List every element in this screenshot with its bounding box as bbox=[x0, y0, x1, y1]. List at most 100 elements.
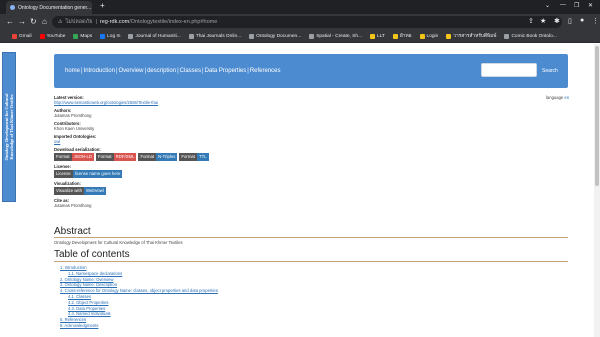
bookmark-item[interactable]: วารสารสำหรับตีพิมพ์ bbox=[446, 32, 496, 40]
browser-tab[interactable]: Ontology Documentation gener... ✕ bbox=[6, 1, 92, 14]
format-badge-label: Format bbox=[138, 153, 157, 161]
license-badge[interactable]: License license name goes here bbox=[54, 170, 123, 178]
bookmark-item[interactable]: Spatial - Create, Sh... bbox=[309, 33, 363, 39]
menu-icon[interactable]: ⋮ bbox=[592, 17, 599, 25]
format-badge[interactable]: Format JSON-LD bbox=[54, 153, 94, 161]
nav-link-home[interactable]: home bbox=[65, 68, 80, 74]
nav-separator: | bbox=[177, 68, 179, 74]
nav-links: home|Introduction|Overview|description|C… bbox=[65, 68, 281, 74]
abstract-rule bbox=[54, 237, 568, 238]
bookmark-item[interactable]: Comic Book Ontolo... bbox=[504, 33, 557, 39]
scrollbar-thumb[interactable] bbox=[595, 46, 599, 186]
bookmark-favicon-icon bbox=[419, 33, 425, 39]
bookmark-item[interactable]: ผ้าทอ bbox=[392, 32, 412, 40]
bookmark-item[interactable]: YouTube bbox=[39, 33, 66, 39]
cite-as-value: Jutamas Promthong bbox=[54, 203, 92, 208]
format-badge-value: RDF/XML bbox=[113, 153, 137, 161]
bookmark-item[interactable]: Journal of Humaniti... bbox=[128, 33, 181, 39]
profile-icon[interactable]: ● bbox=[580, 17, 584, 24]
nav-link-data-properties[interactable]: Data Properties bbox=[205, 68, 247, 74]
maximize-icon[interactable]: ❐ bbox=[574, 2, 579, 9]
search-input[interactable] bbox=[481, 63, 537, 77]
bookmark-item[interactable]: Login bbox=[419, 33, 438, 39]
banner-line-2: Knowledge of Thai Khmer Textiles bbox=[9, 94, 14, 160]
format-badge[interactable]: Format RDF/XML bbox=[96, 153, 137, 161]
minimize-icon[interactable]: — bbox=[560, 2, 566, 8]
reload-icon[interactable]: ↻ bbox=[30, 17, 37, 27]
address-bar[interactable]: ⚠ ไม่ปลอดภัย | reg-rdk.com /Ontologytext… bbox=[52, 16, 562, 28]
bookmark-label: วารสารสำหรับตีพิมพ์ bbox=[453, 34, 497, 39]
browser-tab-strip: Ontology Documentation gener... ✕ + ⌄ — … bbox=[0, 0, 600, 14]
tab-search-icon[interactable]: ⌄ bbox=[545, 2, 550, 9]
nav-separator: | bbox=[115, 68, 118, 74]
bookmark-item[interactable]: Ontology Documen... bbox=[249, 33, 302, 39]
bookmark-item[interactable]: Gmail bbox=[12, 33, 32, 39]
tab-title: Ontology Documentation gener... bbox=[18, 4, 92, 11]
forward-icon[interactable]: → bbox=[18, 17, 26, 27]
bookmark-label: Spatial - Create, Sh... bbox=[316, 33, 363, 39]
format-badge[interactable]: Format N-Triples bbox=[138, 153, 178, 161]
nav-separator: | bbox=[144, 68, 147, 74]
bookmark-label: Journal of Humaniti... bbox=[135, 33, 181, 39]
bookmark-favicon-icon bbox=[188, 33, 194, 39]
nav-link-classes[interactable]: Classes bbox=[180, 68, 201, 74]
toc-rule bbox=[54, 261, 568, 262]
abstract-text: Ontology Development for Cultural Knowle… bbox=[54, 240, 183, 245]
search-button[interactable]: Search bbox=[542, 68, 558, 74]
bookmark-favicon-icon bbox=[100, 33, 106, 39]
banner-text: Ontology Development for Cultural Knowle… bbox=[4, 94, 14, 161]
nav-separator: | bbox=[202, 68, 204, 74]
nav-link-references[interactable]: References bbox=[250, 68, 281, 74]
nav-link-overview[interactable]: Overview bbox=[119, 68, 144, 74]
license-badge-right: license name goes here bbox=[72, 170, 123, 178]
bookmark-favicon-icon bbox=[39, 33, 45, 39]
bookmark-favicon-icon bbox=[73, 33, 79, 39]
toc-heading: Table of contents bbox=[54, 249, 130, 260]
sidepanel-icon[interactable]: ▯ bbox=[568, 17, 572, 25]
top-navbar: home|Introduction|Overview|description|C… bbox=[54, 54, 568, 88]
page-content: Ontology Development for Cultural Knowle… bbox=[0, 44, 600, 337]
bookmark-favicon-icon bbox=[446, 33, 452, 39]
bookmark-item[interactable]: Log In bbox=[100, 33, 120, 39]
bookmark-label: YouTube bbox=[46, 33, 66, 39]
format-badge[interactable]: Format TTL bbox=[179, 153, 209, 161]
bookmark-label: Ontology Documen... bbox=[256, 33, 302, 39]
bookmark-favicon-icon bbox=[370, 33, 376, 39]
webvowl-badge[interactable]: Visualize with WebVowl bbox=[54, 187, 106, 195]
nav-link-description[interactable]: description bbox=[147, 68, 176, 74]
bookmark-favicon-icon bbox=[12, 33, 17, 39]
download-serialization-label: Download serialization: bbox=[54, 147, 101, 152]
toc-item[interactable]: 6. Acknowledgments bbox=[60, 323, 218, 329]
table-of-contents: 1. Introduction 1.1. Namespace declaratio… bbox=[60, 265, 218, 329]
bookmark-item[interactable]: Thai Journals Onlin... bbox=[188, 33, 241, 39]
close-window-icon[interactable]: ✕ bbox=[588, 2, 593, 9]
bookmark-item[interactable]: Maps bbox=[73, 33, 93, 39]
format-badge-label: Format bbox=[54, 153, 72, 161]
bookmark-label: Comic Book Ontolo... bbox=[511, 33, 557, 39]
sidebar-title-banner: Ontology Development for Cultural Knowle… bbox=[2, 52, 16, 202]
bookmark-star-icon[interactable]: ★ bbox=[540, 17, 546, 25]
bookmark-favicon-icon bbox=[309, 33, 315, 39]
bookmark-item[interactable]: LLT bbox=[370, 33, 385, 39]
share-icon[interactable]: ⇪ bbox=[528, 17, 534, 25]
format-badge-value: JSON-LD bbox=[71, 153, 94, 161]
home-icon[interactable]: ⌂ bbox=[42, 17, 47, 27]
bookmark-label: LLT bbox=[377, 33, 385, 39]
bookmarks-bar: Gmail YouTube Maps Log In Journal of Humanit… bbox=[0, 30, 600, 43]
nav-link-introduction[interactable]: Introduction bbox=[84, 68, 115, 74]
abstract-heading: Abstract bbox=[54, 226, 91, 237]
extensions-icon[interactable]: ✱ bbox=[554, 17, 560, 25]
url-path: /Ontologytextile/index-en.php#home bbox=[129, 19, 218, 25]
back-icon[interactable]: ← bbox=[6, 17, 14, 27]
bookmark-favicon-icon bbox=[128, 33, 134, 39]
bookmark-label: Maps bbox=[80, 33, 93, 39]
url-separator: | bbox=[95, 19, 97, 25]
webvowl-badge-right: WebVowl bbox=[83, 187, 106, 195]
close-tab-icon[interactable]: ✕ bbox=[91, 5, 92, 11]
url-domain: reg-rdk.com bbox=[99, 19, 130, 25]
bookmark-favicon-icon bbox=[392, 33, 398, 39]
tab-favicon-icon bbox=[10, 5, 15, 10]
new-tab-icon[interactable]: + bbox=[100, 1, 105, 10]
page-scrollbar[interactable] bbox=[594, 44, 600, 337]
format-badge-value: N-Triples bbox=[156, 153, 178, 161]
